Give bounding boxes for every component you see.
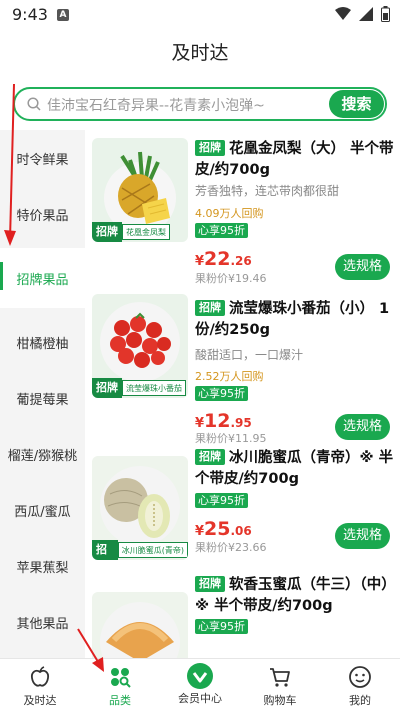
product-card[interactable]: 招牌 冰川脆蜜瓜(青帝) 招牌冰川脆蜜瓜（青帝）※ 半个带皮/约700g 心享9…	[85, 442, 400, 582]
discount-badge: 心享95折	[195, 386, 248, 401]
product-description: 酸甜适口，一口爆汁	[195, 348, 304, 362]
select-spec-button[interactable]: 选规格	[335, 254, 390, 280]
category-sidebar: 时令鲜果 特价果品 招牌果品 柑橘橙柚 葡提莓果 榴莲/猕猴桃 西瓜/蜜瓜 苹果…	[0, 130, 85, 658]
price-currency: ¥	[195, 254, 205, 269]
product-title[interactable]: 招牌 冰川脆蜜瓜（青帝）※ 半个带皮/约700g	[195, 448, 395, 490]
signature-tag: 招牌	[195, 576, 225, 592]
nav-cart[interactable]: 购物车	[240, 659, 320, 710]
product-description: 芳香独特，连芯带肉都很甜	[195, 184, 340, 198]
product-image-tomato[interactable]: 招牌 流莹爆珠小番茄	[92, 294, 188, 398]
discount-badge: 心享95折	[195, 493, 248, 508]
status-icons	[335, 6, 390, 22]
search-icon	[27, 97, 41, 111]
member-icon	[187, 663, 213, 689]
notification-a-icon: A	[57, 9, 69, 21]
product-image-cantaloupe[interactable]	[92, 592, 188, 658]
sidebar-item-signature[interactable]: 招牌果品	[0, 248, 85, 308]
signal-icon	[359, 7, 373, 21]
price-integer: 12	[204, 410, 231, 432]
wifi-icon	[335, 7, 351, 20]
status-bar: 9:43 A	[0, 0, 400, 30]
sidebar-item-seasonal[interactable]: 时令鲜果	[0, 130, 85, 186]
select-spec-button[interactable]: 选规格	[335, 414, 390, 440]
price-integer: 22	[204, 248, 231, 270]
signature-tag: 招牌	[195, 300, 225, 316]
price-decimal: .95	[230, 416, 252, 430]
product-title[interactable]: 招牌 花凰金凤梨（大） 半个带皮/约700g	[195, 139, 395, 181]
search-button[interactable]: 搜索	[329, 90, 384, 118]
product-list: 招牌 花凰金凤梨 招牌 花凰金凤梨（大） 半个带皮/约700g 芳香独特，连芯带肉…	[85, 130, 400, 658]
category-icon	[111, 668, 131, 688]
nav-profile-label: 我的	[349, 694, 371, 707]
thumb-badge: 招牌 流莹爆珠小番茄	[92, 378, 186, 398]
product-image-melon[interactable]: 招牌 冰川脆蜜瓜(青帝)	[92, 456, 188, 560]
discount-badge: 心享95折	[195, 619, 248, 634]
sidebar-item-durian-kiwi[interactable]: 榴莲/猕猴桃	[0, 426, 85, 482]
price-decimal: .06	[230, 524, 252, 538]
search-bar[interactable]: 佳沛宝石红奇异果--花青素小泡弹~ 搜索	[13, 87, 387, 121]
signature-tag: 招牌	[195, 449, 225, 465]
price-currency: ¥	[195, 416, 205, 431]
sidebar-item-melons[interactable]: 西瓜/蜜瓜	[0, 482, 85, 538]
nav-home-label: 及时达	[23, 694, 57, 707]
nav-member[interactable]: 会员中心	[160, 659, 240, 710]
product-card[interactable]: 招牌 流莹爆珠小番茄 招牌 流莹爆珠小番茄（小） 1份/约250g 酸甜适口，一口…	[85, 286, 400, 445]
product-card[interactable]: 招牌 花凰金凤梨 招牌 花凰金凤梨（大） 半个带皮/约700g 芳香独特，连芯带肉…	[85, 130, 400, 286]
sidebar-item-citrus[interactable]: 柑橘橙柚	[0, 314, 85, 370]
nav-category[interactable]: 品类	[80, 659, 160, 710]
nav-home[interactable]: 及时达	[0, 659, 80, 710]
thumb-badge-label: 招牌	[92, 222, 122, 242]
cart-icon	[270, 668, 290, 687]
product-card[interactable]: 招牌 软香玉蜜瓜（牛三）（中）※ 半个带皮/约700g 心享95折	[85, 576, 400, 658]
member-price: 果粉价¥23.66	[195, 541, 267, 554]
price-currency: ¥	[195, 524, 205, 539]
product-price: ¥25.06	[195, 518, 252, 540]
status-time: 9:43	[12, 5, 48, 24]
battery-icon	[381, 6, 390, 22]
price-decimal: .26	[230, 254, 252, 268]
nav-cart-label: 购物车	[263, 694, 297, 707]
thumb-badge-label: 招牌	[92, 540, 118, 560]
product-sold-count: 4.09万人回购	[195, 207, 264, 220]
sidebar-item-grapes-berries[interactable]: 葡提莓果	[0, 370, 85, 426]
search-input[interactable]: 佳沛宝石红奇异果--花青素小泡弹~	[47, 95, 265, 115]
sidebar-item-apple-banana-pear[interactable]: 苹果蕉梨	[0, 538, 85, 594]
page-title: 及时达	[171, 42, 229, 64]
discount-badge: 心享95折	[195, 223, 248, 238]
price-integer: 25	[204, 518, 231, 540]
product-sold-count: 2.52万人回购	[195, 370, 264, 383]
product-price: ¥12.95	[195, 410, 252, 432]
product-title[interactable]: 招牌 流莹爆珠小番茄（小） 1份/约250g	[195, 299, 395, 341]
profile-icon	[349, 666, 371, 688]
thumb-caption: 冰川脆蜜瓜(青帝)	[117, 542, 188, 558]
bottom-nav: 及时达 品类 会员中心 购物车 我的	[0, 658, 400, 710]
thumb-caption: 流莹爆珠小番茄	[122, 380, 186, 396]
select-spec-button[interactable]: 选规格	[335, 523, 390, 549]
thumb-badge: 招牌 花凰金凤梨	[92, 222, 170, 242]
signature-tag: 招牌	[195, 140, 225, 156]
product-title[interactable]: 招牌 软香玉蜜瓜（牛三）（中）※ 半个带皮/约700g	[195, 575, 395, 617]
thumb-badge: 招牌 冰川脆蜜瓜(青帝)	[92, 540, 188, 560]
nav-profile[interactable]: 我的	[320, 659, 400, 710]
thumb-badge-label: 招牌	[92, 378, 122, 398]
sidebar-item-special-price[interactable]: 特价果品	[0, 186, 85, 242]
product-image-pineapple[interactable]: 招牌 花凰金凤梨	[92, 138, 188, 242]
product-price: ¥22.26	[195, 248, 252, 270]
member-price: 果粉价¥19.46	[195, 272, 267, 285]
apple-icon	[30, 666, 50, 687]
sidebar-item-other[interactable]: 其他果品	[0, 594, 85, 650]
nav-member-label: 会员中心	[178, 692, 222, 705]
nav-category-label: 品类	[109, 694, 131, 707]
thumb-caption: 花凰金凤梨	[122, 224, 170, 240]
